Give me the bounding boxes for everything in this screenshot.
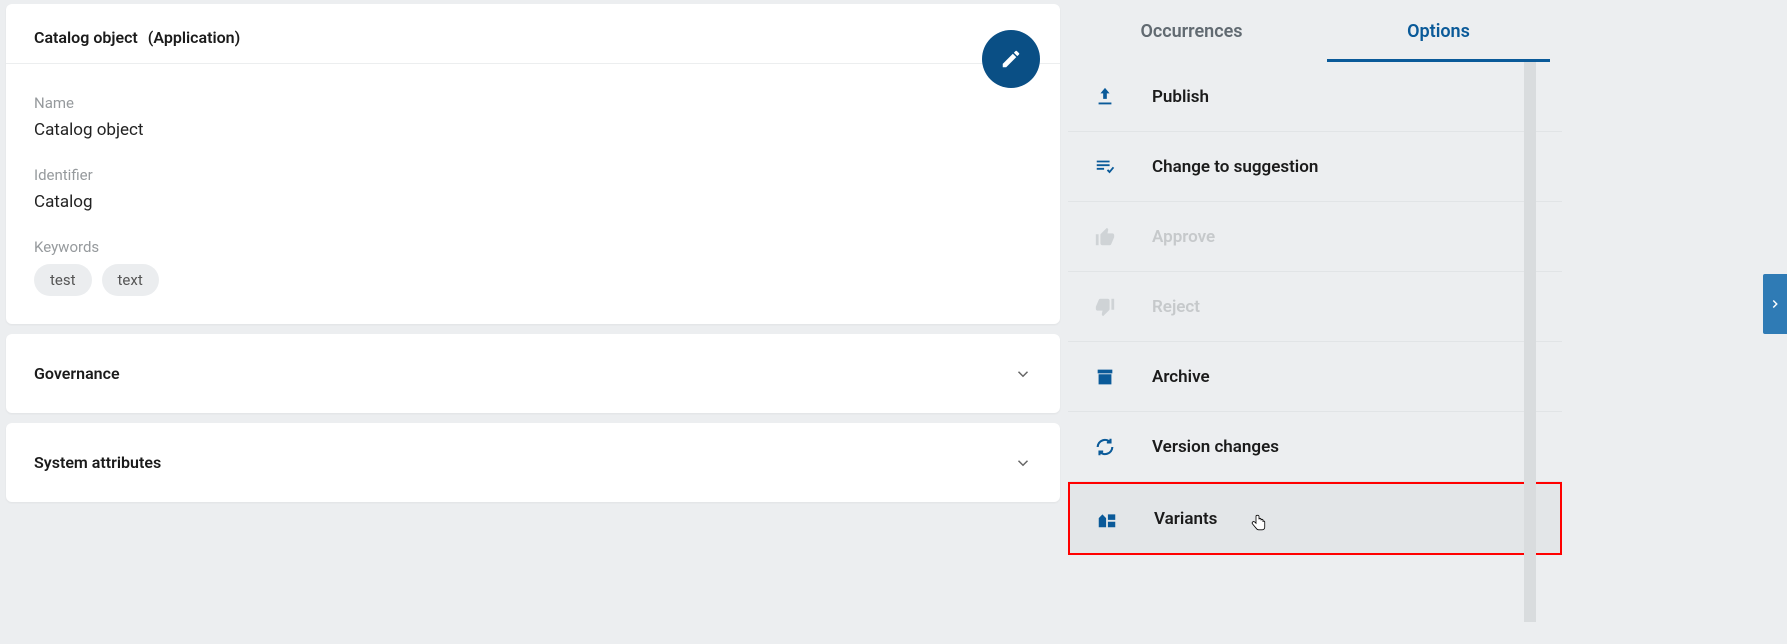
- identifier-field: Identifier Catalog: [34, 166, 1032, 212]
- option-archive[interactable]: Archive: [1068, 342, 1562, 412]
- option-variants-label: Variants: [1154, 509, 1217, 529]
- pencil-icon: [1000, 48, 1022, 70]
- option-reject: Reject: [1068, 272, 1562, 342]
- option-change-to-suggestion-label: Change to suggestion: [1152, 157, 1318, 177]
- keywords-label: Keywords: [34, 238, 1032, 256]
- edit-button[interactable]: [982, 30, 1040, 88]
- option-archive-label: Archive: [1152, 367, 1210, 387]
- keyword-tag: text: [102, 264, 159, 296]
- expand-panel-button[interactable]: [1763, 274, 1787, 334]
- identifier-label: Identifier: [34, 166, 1032, 184]
- option-version-changes[interactable]: Version changes: [1068, 412, 1562, 482]
- governance-accordion[interactable]: Governance: [6, 334, 1060, 413]
- option-publish[interactable]: Publish: [1068, 62, 1562, 132]
- chevron-right-icon: [1768, 297, 1782, 311]
- option-change-to-suggestion[interactable]: Change to suggestion: [1068, 132, 1562, 202]
- keywords-field: Keywords test text: [34, 238, 1032, 296]
- details-card-header: Catalog object (Application): [6, 4, 1060, 64]
- identifier-value: Catalog: [34, 192, 1032, 212]
- tab-occurrences[interactable]: Occurrences: [1068, 0, 1315, 62]
- options-list: Publish Change to suggestion Approve: [1068, 62, 1562, 555]
- sync-icon: [1086, 436, 1124, 458]
- side-panel: Occurrences Options Publish Change to su…: [1068, 0, 1562, 644]
- tab-options[interactable]: Options: [1315, 0, 1562, 62]
- chevron-down-icon: [1014, 454, 1032, 472]
- option-approve-label: Approve: [1152, 227, 1215, 247]
- page-subtitle: (Application): [148, 28, 240, 47]
- system-attributes-title: System attributes: [34, 453, 161, 472]
- page-title: Catalog object: [34, 28, 138, 47]
- name-field: Name Catalog object: [34, 94, 1032, 140]
- cursor-icon: [1251, 514, 1267, 534]
- tab-occurrences-label: Occurrences: [1140, 21, 1242, 42]
- scrollbar[interactable]: [1524, 62, 1536, 622]
- chevron-down-icon: [1014, 365, 1032, 383]
- option-publish-label: Publish: [1152, 87, 1209, 107]
- option-reject-label: Reject: [1152, 297, 1200, 317]
- option-version-changes-label: Version changes: [1152, 437, 1279, 457]
- side-tabs: Occurrences Options: [1068, 0, 1562, 62]
- governance-title: Governance: [34, 364, 120, 383]
- variants-icon: [1088, 508, 1126, 530]
- option-variants[interactable]: Variants: [1068, 482, 1562, 555]
- option-approve: Approve: [1068, 202, 1562, 272]
- keyword-tag: test: [34, 264, 92, 296]
- name-value: Catalog object: [34, 120, 1032, 140]
- tab-options-label: Options: [1407, 21, 1470, 42]
- main-column: Catalog object (Application) Name Catalo…: [0, 0, 1060, 644]
- name-label: Name: [34, 94, 1032, 112]
- details-card: Catalog object (Application) Name Catalo…: [6, 4, 1060, 324]
- system-attributes-accordion[interactable]: System attributes: [6, 423, 1060, 502]
- archive-icon: [1086, 366, 1124, 388]
- thumb-up-icon: [1086, 226, 1124, 248]
- publish-icon: [1086, 86, 1124, 108]
- suggest-icon: [1086, 156, 1124, 178]
- thumb-down-icon: [1086, 296, 1124, 318]
